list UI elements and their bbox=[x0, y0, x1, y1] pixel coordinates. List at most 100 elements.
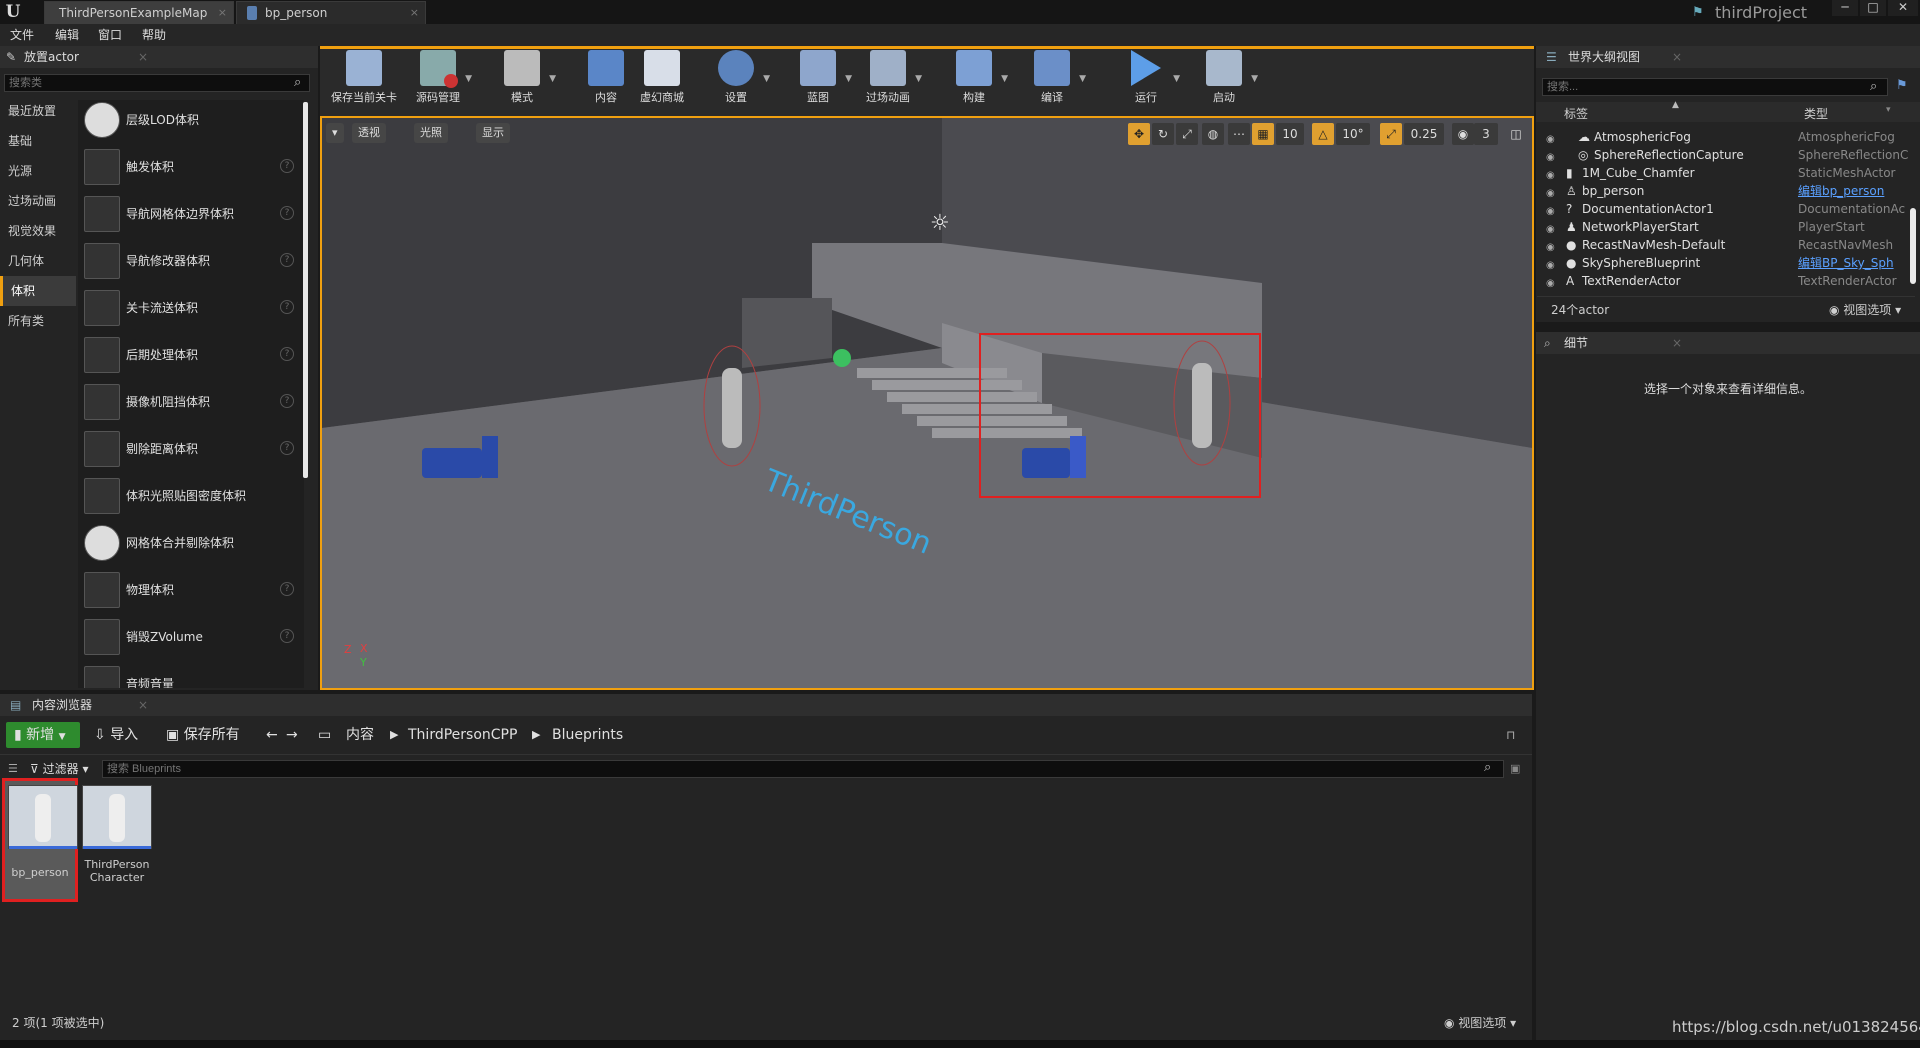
breadcrumb-thirdpersoncpp[interactable]: ThirdPersonCPP bbox=[408, 722, 517, 748]
asset-search-input[interactable] bbox=[102, 760, 1504, 778]
settings-button[interactable]: 设置 ▼ bbox=[700, 48, 772, 106]
help-icon[interactable]: ? bbox=[280, 159, 294, 173]
list-item[interactable]: 关卡流送体积? bbox=[80, 286, 300, 333]
close-window-button[interactable]: ✕ bbox=[1888, 0, 1918, 16]
translate-tool-button[interactable]: ✥ bbox=[1128, 123, 1150, 145]
filter-button[interactable]: ⊽ 过滤器 ▾ bbox=[30, 760, 88, 778]
save-all-button[interactable]: ▣ 保存所有 bbox=[166, 722, 240, 748]
menu-edit[interactable]: 编辑 bbox=[55, 26, 79, 44]
close-icon[interactable]: × bbox=[410, 2, 419, 24]
rotate-tool-button[interactable]: ↻ bbox=[1152, 123, 1174, 145]
eye-icon[interactable]: ◉ bbox=[1546, 239, 1560, 253]
save-search-icon[interactable]: ▣ bbox=[1510, 762, 1520, 775]
show-button[interactable]: 显示 bbox=[476, 123, 510, 143]
menu-help[interactable]: 帮助 bbox=[142, 26, 166, 44]
launch-button[interactable]: 启动 ▼ bbox=[1188, 48, 1260, 106]
class-search-input[interactable] bbox=[4, 74, 310, 92]
rotation-snap-toggle[interactable]: △ bbox=[1312, 123, 1334, 145]
rotation-snap-value[interactable]: 10° bbox=[1336, 123, 1370, 145]
world-space-button[interactable]: ◍ bbox=[1202, 123, 1224, 145]
outliner-row[interactable]: ◉ ◎ SphereReflectionCapture SphereReflectio… bbox=[1540, 146, 1920, 164]
source-control-button[interactable]: 源码管理 ▼ bbox=[402, 48, 474, 106]
list-item[interactable]: 导航修改器体积? bbox=[80, 239, 300, 286]
category-all-classes[interactable]: 所有类 bbox=[0, 306, 76, 336]
list-item[interactable]: 体积光照贴图密度体积 bbox=[80, 474, 300, 521]
asset-thumbnail[interactable] bbox=[82, 785, 152, 849]
list-item[interactable]: 音频音量 bbox=[80, 662, 300, 688]
player-start-icon[interactable] bbox=[833, 349, 851, 367]
forward-button[interactable]: → bbox=[286, 722, 298, 748]
category-visual-effects[interactable]: 视觉效果 bbox=[0, 216, 76, 246]
chevron-down-icon[interactable]: ▾ bbox=[1886, 105, 1891, 115]
help-icon[interactable]: ? bbox=[280, 206, 294, 220]
tab-map[interactable]: ThirdPersonExampleMap × bbox=[44, 1, 234, 24]
edit-blueprint-link[interactable]: 编辑BP_Sky_Sph bbox=[1798, 254, 1908, 272]
outliner-row[interactable]: ◉ A TextRenderActor TextRenderActor bbox=[1540, 272, 1920, 290]
add-filter-icon[interactable]: ⚑ bbox=[1896, 78, 1908, 93]
eye-icon[interactable]: ◉ bbox=[1546, 185, 1560, 199]
search-icon[interactable]: ⌕ bbox=[1484, 760, 1491, 775]
list-item[interactable]: 摄像机阻挡体积? bbox=[80, 380, 300, 427]
menu-window[interactable]: 窗口 bbox=[98, 26, 122, 44]
outliner-row[interactable]: ◉ ♙ bp_person 编辑bp_person bbox=[1540, 182, 1920, 200]
list-item[interactable]: 导航网格体边界体积? bbox=[80, 192, 300, 239]
list-item[interactable]: 网格体合并剔除体积 bbox=[80, 521, 300, 568]
help-icon[interactable]: ? bbox=[280, 441, 294, 455]
cinematics-button[interactable]: 过场动画 ▼ bbox=[852, 48, 924, 106]
build-button[interactable]: 构建 ▼ bbox=[938, 48, 1010, 106]
list-item[interactable]: 销毁ZVolume? bbox=[80, 615, 300, 662]
category-geometry[interactable]: 几何体 bbox=[0, 246, 76, 276]
label-column-header[interactable]: 标签 bbox=[1564, 105, 1588, 122]
scale-tool-button[interactable]: ⤢ bbox=[1176, 123, 1198, 145]
eye-icon[interactable]: ◉ bbox=[1546, 221, 1560, 235]
breadcrumb-content[interactable]: 内容 bbox=[346, 722, 374, 748]
help-icon[interactable]: ? bbox=[280, 300, 294, 314]
category-volumes[interactable]: 体积 bbox=[0, 276, 76, 306]
sort-up-icon[interactable]: ▲ bbox=[1672, 100, 1679, 110]
search-icon[interactable]: ⌕ bbox=[1870, 79, 1877, 94]
menu-file[interactable]: 文件 bbox=[10, 26, 34, 44]
lit-button[interactable]: 光照 bbox=[414, 123, 448, 143]
list-item[interactable]: 剔除距离体积? bbox=[80, 427, 300, 474]
eye-icon[interactable]: ◉ bbox=[1546, 203, 1560, 217]
close-icon[interactable]: × bbox=[138, 46, 148, 68]
save-level-button[interactable]: 保存当前关卡 bbox=[328, 48, 400, 106]
sky-light-icon[interactable]: ☼ bbox=[930, 211, 950, 236]
help-icon[interactable]: ? bbox=[280, 347, 294, 361]
maximize-viewport-button[interactable]: ◫ bbox=[1506, 123, 1526, 145]
unreal-logo-icon[interactable]: U bbox=[2, 1, 24, 23]
camera-speed-icon[interactable]: ◉ bbox=[1452, 123, 1474, 145]
category-lights[interactable]: 光源 bbox=[0, 156, 76, 186]
eye-icon[interactable]: ◉ bbox=[1546, 275, 1560, 289]
close-icon[interactable]: × bbox=[1672, 332, 1682, 354]
perspective-button[interactable]: 透视 bbox=[352, 123, 386, 143]
blueprints-button[interactable]: 蓝图 ▼ bbox=[782, 48, 854, 106]
list-item[interactable]: 层级LOD体积 bbox=[80, 98, 300, 145]
outliner-row[interactable]: ◉ ● RecastNavMesh-Default RecastNavMesh bbox=[1540, 236, 1920, 254]
category-cinematic[interactable]: 过场动画 bbox=[0, 186, 76, 216]
content-view-options[interactable]: ◉ 视图选项 ▾ bbox=[1444, 1014, 1516, 1031]
tab-blueprint[interactable]: bp_person × bbox=[236, 1, 426, 24]
close-icon[interactable]: × bbox=[1672, 46, 1682, 68]
grid-snap-toggle[interactable]: ▦ bbox=[1252, 123, 1274, 145]
category-recent[interactable]: 最近放置 bbox=[0, 96, 76, 126]
search-icon[interactable]: ⌕ bbox=[294, 75, 301, 90]
eye-icon[interactable]: ◉ bbox=[1546, 167, 1560, 181]
surface-snap-button[interactable]: ⋯ bbox=[1228, 123, 1250, 145]
sources-toggle-icon[interactable]: ☰ bbox=[8, 762, 18, 775]
category-basic[interactable]: 基础 bbox=[0, 126, 76, 156]
asset-thumbnail[interactable] bbox=[8, 785, 78, 849]
modes-button[interactable]: 模式 ▼ bbox=[486, 48, 558, 106]
compile-button[interactable]: 编译 ▼ bbox=[1016, 48, 1088, 106]
outliner-row[interactable]: ◉ ▮ 1M_Cube_Chamfer StaticMeshActor bbox=[1540, 164, 1920, 182]
edit-blueprint-link[interactable]: 编辑bp_person bbox=[1798, 182, 1908, 200]
scale-snap-value[interactable]: 0.25 bbox=[1404, 123, 1444, 145]
eye-icon[interactable]: ◉ bbox=[1546, 149, 1560, 163]
outliner-row[interactable]: ◉ ☁ AtmosphericFog AtmosphericFog bbox=[1540, 128, 1920, 146]
breadcrumb-blueprints[interactable]: Blueprints bbox=[552, 722, 623, 748]
help-icon[interactable]: ? bbox=[280, 253, 294, 267]
help-icon[interactable]: ? bbox=[280, 582, 294, 596]
outliner-view-options[interactable]: ◉ 视图选项 ▾ bbox=[1829, 301, 1901, 318]
play-button[interactable]: 运行 ▼ bbox=[1110, 48, 1182, 106]
viewport-options-button[interactable]: ▾ bbox=[326, 123, 344, 143]
